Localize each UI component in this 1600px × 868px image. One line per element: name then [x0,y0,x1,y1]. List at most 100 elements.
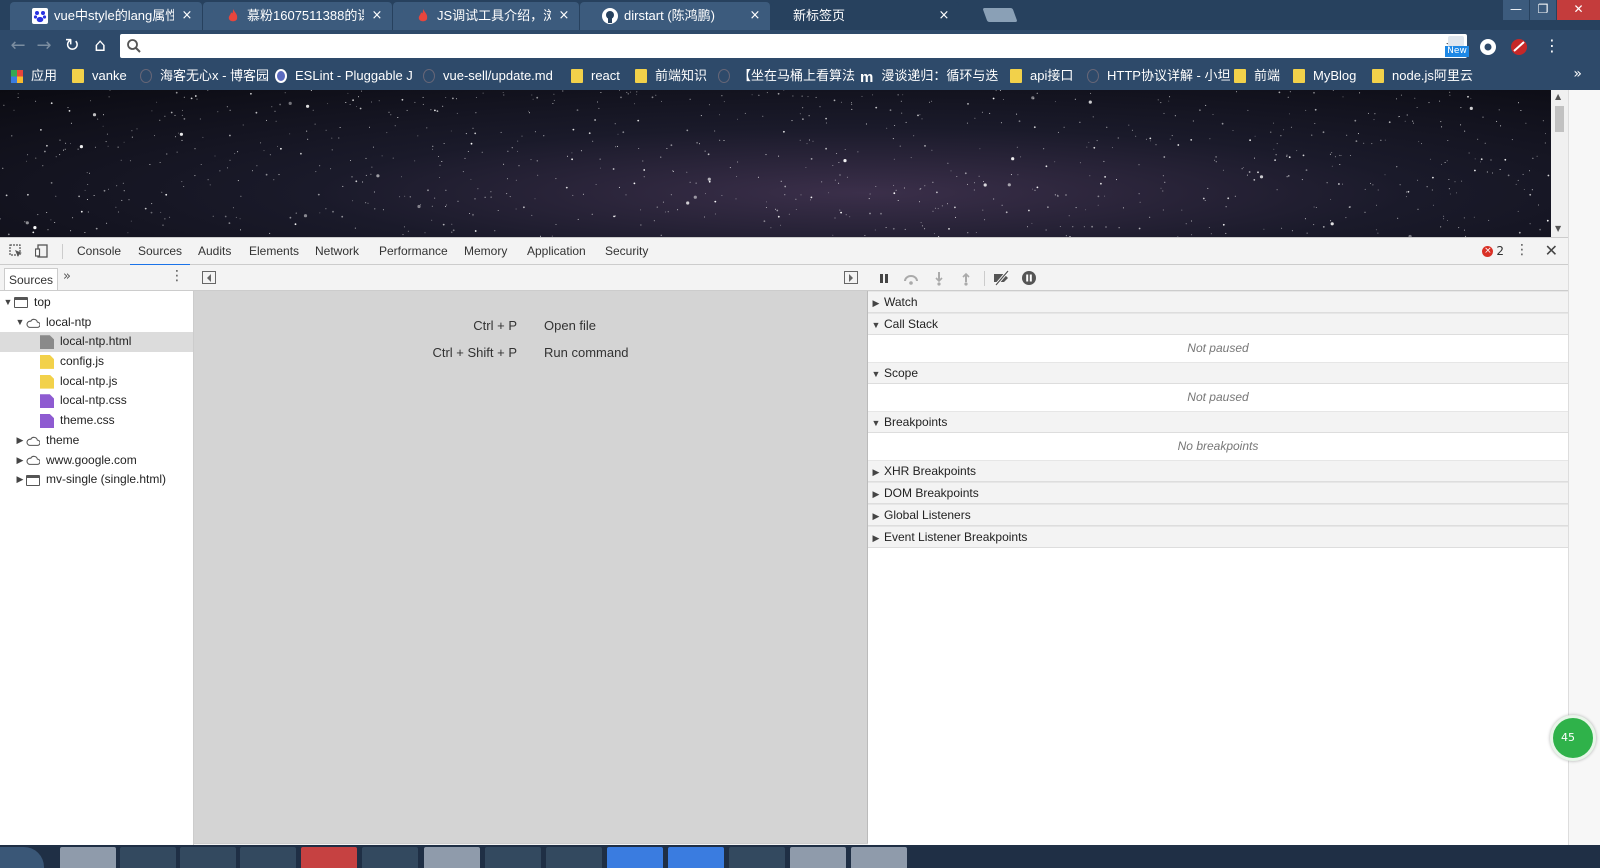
omnibox[interactable]: ☆ [120,34,1467,58]
tree-node-local-ntp[interactable]: ▼ local-ntp [0,313,193,333]
tab-close-icon[interactable]: × [180,2,194,30]
toggle-navigator-icon[interactable] [202,271,216,284]
taskbar-app[interactable] [180,847,236,868]
bookmark-recursion[interactable]: m 漫谈递归：循环与迭 [860,67,998,86]
tab-security[interactable]: Security [605,238,648,265]
tree-node-google[interactable]: ▶ www.google.com [0,451,193,471]
taskbar-app[interactable] [301,847,357,868]
expand-arrow-icon[interactable]: ▶ [14,431,26,451]
taskbar-app[interactable] [240,847,296,868]
tab-close-icon[interactable]: × [748,2,762,30]
section-event-listener-breakpoints[interactable]: ▶ Event Listener Breakpoints [868,526,1568,548]
taskbar-app[interactable] [729,847,785,868]
taskbar-app[interactable] [485,847,541,868]
pause-on-exceptions-icon[interactable] [1021,270,1037,286]
pause-icon[interactable] [876,270,892,286]
scroll-up-icon[interactable]: ▲ [1555,92,1561,101]
section-xhr-breakpoints[interactable]: ▶ XHR Breakpoints [868,460,1568,482]
taskbar-app-chrome[interactable] [60,847,116,868]
toggle-debugger-icon[interactable] [844,271,858,284]
taskbar-app[interactable] [546,847,602,868]
tab-console[interactable]: Console [77,238,121,265]
tab-network[interactable]: Network [315,238,359,265]
bookmark-folder-react[interactable]: react [571,67,620,85]
bookmark-http[interactable]: HTTP协议详解 - 小坦 [1087,67,1231,85]
tree-node-local-ntp-css[interactable]: local-ntp.css [0,391,193,411]
step-into-icon[interactable] [931,270,947,286]
devtools-menu-icon[interactable]: ⋮ [1515,242,1529,258]
devtools-close-icon[interactable]: ✕ [1545,241,1558,260]
bookmark-eslint[interactable]: ESLint - Pluggable J [275,67,413,85]
tab-close-icon[interactable]: × [370,2,384,30]
step-over-icon[interactable] [903,270,919,286]
bookmark-apps[interactable]: 应用 [11,67,57,85]
bookmark-folder-nodejs[interactable]: node.js阿里云 [1372,67,1473,85]
tree-node-top[interactable]: ▼ top [0,293,193,313]
back-button[interactable]: ← [8,36,28,56]
scrollbar-thumb[interactable] [1555,106,1564,132]
bookmark-folder-api[interactable]: api接口 [1010,67,1073,85]
chrome-menu-button[interactable]: ⋮ [1542,36,1562,56]
tab-close-icon[interactable]: × [937,2,951,30]
tab-audits[interactable]: Audits [198,238,231,265]
tab-vue-style[interactable]: vue中style的lang属性_ × [10,2,202,30]
tree-node-mv-single[interactable]: ▶ mv-single (single.html) [0,470,193,490]
tree-node-local-ntp-js[interactable]: local-ntp.js [0,372,193,392]
bookmark-folder-frontend[interactable]: 前端 [1234,67,1280,85]
tab-new-tab-page[interactable]: 新标签页 × [771,2,959,30]
tab-js-debug[interactable]: JS调试工具介绍，浏览器 × [393,2,579,30]
navigator-menu-icon[interactable]: ⋮ [170,268,184,284]
extension-circle-icon[interactable] [1477,36,1499,58]
more-tabs-icon[interactable]: » [63,269,71,284]
reload-button[interactable]: ↻ [62,36,82,56]
expand-arrow-icon[interactable]: ▼ [14,313,26,333]
restore-button[interactable]: ❐ [1529,0,1556,20]
taskbar-app[interactable] [790,847,846,868]
bookmark-algorithm[interactable]: 【坐在马桶上看算法 [718,67,855,85]
navigator-tab-sources[interactable]: Sources [4,268,59,290]
expand-arrow-icon[interactable]: ▼ [2,293,14,313]
tab-memory[interactable]: Memory [464,238,507,265]
taskbar-app[interactable] [424,847,480,868]
tab-performance[interactable]: Performance [379,238,448,265]
home-button[interactable]: ⌂ [90,36,110,56]
step-out-icon[interactable] [958,270,974,286]
section-breakpoints[interactable]: ▼ Breakpoints [868,411,1568,433]
new-tab-button[interactable] [982,8,1018,22]
scroll-down-icon[interactable]: ▼ [1555,224,1561,233]
section-watch[interactable]: ▶ Watch [868,291,1568,313]
expand-arrow-icon[interactable]: ▶ [14,470,26,490]
floating-speed-badge[interactable]: 45 [1550,715,1596,761]
tree-node-local-ntp-html[interactable]: local-ntp.html [0,332,193,353]
tab-course[interactable]: 慕粉1607511388的课程 × [203,2,392,30]
taskbar-app[interactable] [607,847,663,868]
extension-red-icon[interactable] [1508,36,1530,58]
bookmark-folder-frontend-knowledge[interactable]: 前端知识 [635,67,707,85]
section-scope[interactable]: ▼ Scope [868,362,1568,384]
section-call-stack[interactable]: ▼ Call Stack [868,313,1568,335]
section-dom-breakpoints[interactable]: ▶ DOM Breakpoints [868,482,1568,504]
tab-sources[interactable]: Sources [129,238,191,266]
deactivate-breakpoints-icon[interactable] [992,270,1012,286]
tree-node-config-js[interactable]: config.js [0,352,193,372]
bookmark-vue-sell[interactable]: vue-sell/update.md [423,67,553,85]
close-window-button[interactable]: ✕ [1556,0,1600,20]
forward-button[interactable]: → [34,36,54,56]
tab-elements[interactable]: Elements [249,238,299,265]
tree-node-theme-css[interactable]: theme.css [0,411,193,431]
taskbar-app[interactable] [120,847,176,868]
bookmark-haike-blog[interactable]: 海客无心x - 博客园 [140,67,269,85]
tab-github[interactable]: dirstart (陈鸿鹏) × [580,2,770,30]
section-global-listeners[interactable]: ▶ Global Listeners [868,504,1568,526]
taskbar-app[interactable] [668,847,724,868]
error-counter[interactable]: × 2 [1482,244,1504,258]
inspect-element-icon[interactable] [9,244,23,258]
extension-new-icon[interactable]: New [1445,36,1469,58]
taskbar-app[interactable] [851,847,907,868]
taskbar-app[interactable] [362,847,418,868]
omnibox-input[interactable] [146,36,1426,56]
device-toolbar-icon[interactable] [35,244,49,258]
bookmarks-overflow-button[interactable]: » [1573,66,1582,82]
tab-application[interactable]: Application [527,238,586,265]
bookmark-folder-vanke[interactable]: vanke [72,67,127,85]
